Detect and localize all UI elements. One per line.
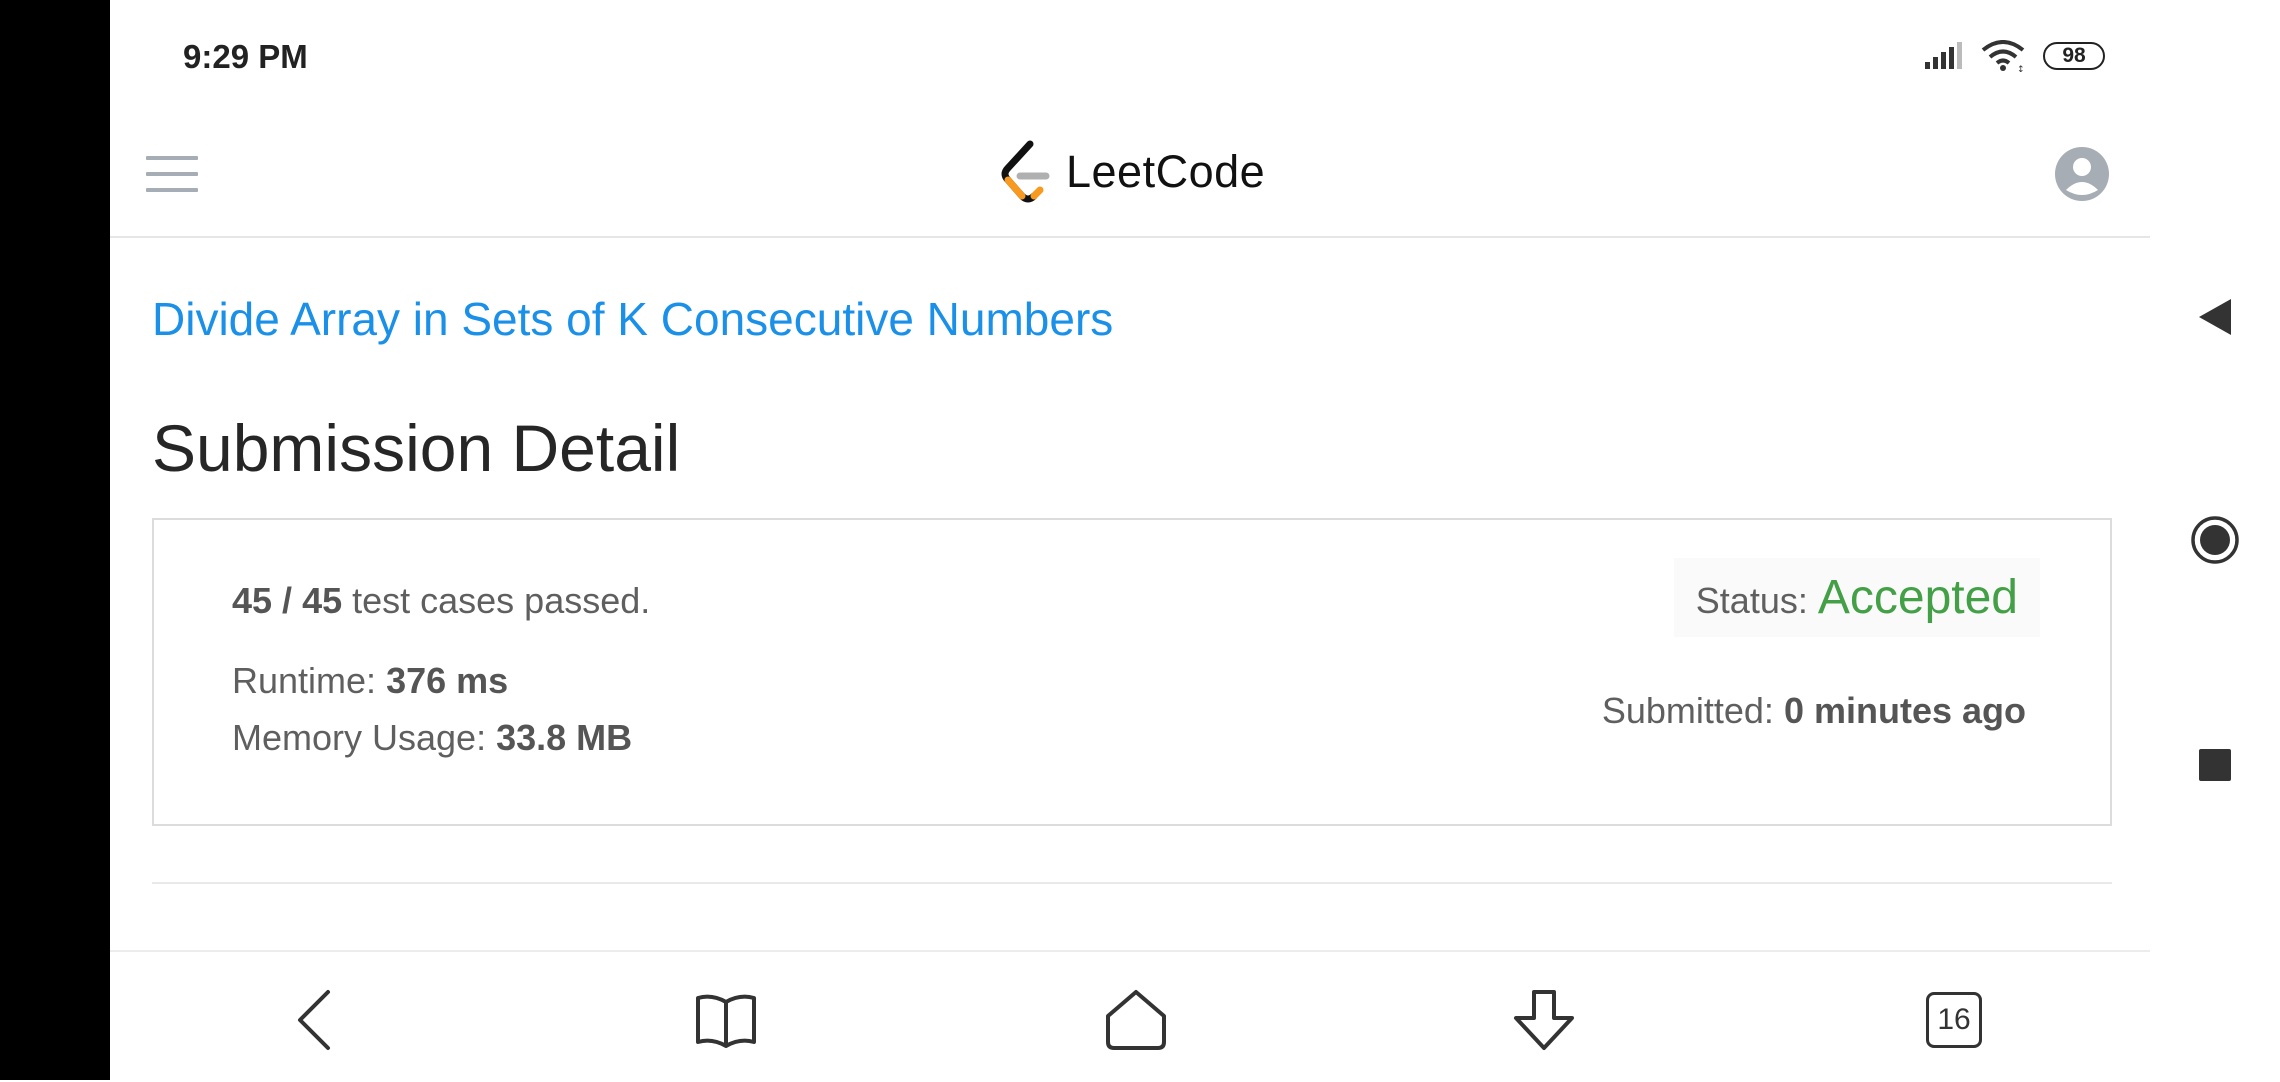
screen-cutout (0, 0, 110, 1080)
battery-level: 98 (2043, 42, 2105, 70)
status-label: Status: (1695, 580, 1808, 621)
memory-label: Memory Usage: (232, 717, 497, 758)
logo-text: LeetCode (1066, 146, 1266, 197)
svg-text:↕: ↕ (2017, 65, 2025, 72)
status-value[interactable]: Accepted (1818, 570, 2018, 625)
battery-icon: 98 (2043, 42, 2105, 70)
browser-screen: 9:29 PM ↕ 98 LeetCode Divide Array in Se… (110, 0, 2150, 1082)
nav-recents-button[interactable] (2190, 740, 2240, 790)
submitted-label: Submitted: (1601, 690, 1784, 731)
status-time: 9:29 PM (183, 38, 308, 75)
status-badge: Status: Accepted (1673, 558, 2040, 637)
submission-detail-box: 45 / 45 test cases passed. Runtime: 376 … (152, 518, 2112, 826)
cases-slash: / (272, 580, 303, 621)
runtime-row: Runtime: 376 ms (232, 660, 508, 702)
submitted-value: 0 minutes ago (1783, 690, 2026, 731)
android-nav-bar (2150, 0, 2280, 1080)
download-icon (1514, 990, 1574, 1050)
home-button[interactable] (1100, 984, 1172, 1056)
signal-icon (1925, 42, 1962, 69)
wifi-icon: ↕ (1981, 40, 2025, 72)
test-cases-summary: 45 / 45 test cases passed. (232, 580, 650, 622)
bookmarks-icon (696, 994, 756, 1048)
tabs-button[interactable]: 16 (1918, 984, 1990, 1056)
avatar-icon[interactable] (2054, 146, 2110, 202)
nav-home-icon (2191, 516, 2239, 564)
runtime-label: Runtime: (232, 660, 387, 701)
submitted-row: Submitted: 0 minutes ago (1602, 690, 2026, 732)
runtime-value: 376 ms (386, 660, 509, 701)
app-header: LeetCode (110, 112, 2150, 238)
nav-home-button[interactable] (2190, 515, 2240, 565)
back-button[interactable] (278, 984, 350, 1056)
tabs-icon: 16 (1926, 992, 1982, 1048)
nav-recents-icon (2199, 749, 2231, 781)
page-title: Submission Detail (152, 411, 681, 485)
bookmarks-button[interactable] (690, 984, 762, 1056)
home-icon (1106, 990, 1166, 1050)
leetcode-logo-icon (1001, 140, 1050, 203)
cases-suffix: test cases passed. (342, 580, 651, 621)
download-button[interactable] (1508, 984, 1580, 1056)
leetcode-logo[interactable]: LeetCode (1000, 140, 1265, 204)
problem-title-link[interactable]: Divide Array in Sets of K Consecutive Nu… (152, 292, 1113, 346)
status-bar: 9:29 PM ↕ 98 (110, 0, 2150, 110)
back-icon (298, 990, 330, 1050)
total-count: 45 (302, 580, 343, 621)
browser-toolbar: 16 (110, 950, 2150, 1082)
menu-icon[interactable] (146, 156, 198, 192)
memory-value: 33.8 MB (496, 717, 633, 758)
memory-row: Memory Usage: 33.8 MB (232, 717, 632, 759)
status-icons: ↕ 98 (1923, 40, 2105, 72)
divider (152, 882, 2112, 884)
passed-count: 45 (232, 580, 273, 621)
nav-back-button[interactable] (2190, 292, 2240, 342)
nav-back-icon (2199, 299, 2231, 335)
